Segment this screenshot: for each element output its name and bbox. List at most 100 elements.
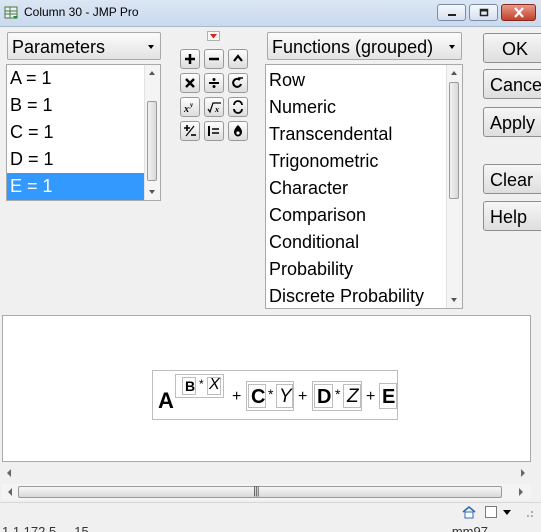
checkbox-icon[interactable] — [485, 506, 497, 518]
formula-var-y-box: Y — [276, 384, 293, 408]
multiply-button[interactable] — [180, 73, 200, 93]
formula-plus-1: + — [232, 388, 242, 405]
x-power-y-icon: xy — [183, 101, 194, 113]
background-window-text: 1.1.172 5 ... 15 ...mm97 — [0, 520, 541, 532]
function-group-transcendental[interactable]: Transcendental — [266, 121, 446, 148]
cancel-button[interactable]: Cancel — [483, 69, 541, 99]
functions-scroll-thumb[interactable] — [449, 82, 459, 199]
formula-plus-2: + — [298, 388, 308, 405]
formula-term-e-box: E — [379, 383, 397, 409]
formula-var-x-box: X — [207, 376, 221, 395]
raise-button[interactable] — [228, 49, 248, 69]
y-root-x-icon: x — [207, 101, 221, 114]
parameter-item-d[interactable]: D = 1 — [7, 146, 147, 173]
subtract-button[interactable] — [204, 49, 224, 69]
formula-term-d[interactable]: D — [317, 386, 331, 409]
horizontal-scroll-thumb[interactable]: ||| — [18, 485, 502, 498]
minimize-button[interactable] — [437, 4, 466, 21]
help-button[interactable]: Help — [483, 201, 541, 231]
svg-text:x: x — [214, 105, 219, 114]
formula-var-x[interactable]: X — [209, 376, 220, 394]
local-variable-button[interactable] — [204, 121, 224, 141]
x-power-y-button[interactable]: xy — [180, 97, 200, 117]
resize-grip[interactable] — [521, 505, 535, 519]
window-title: Column 30 - JMP Pro — [24, 5, 139, 19]
functions-list[interactable]: Row Numeric Transcendental Trigonometric… — [265, 64, 463, 309]
formula-times-3: * — [335, 386, 341, 402]
scroll-up-icon[interactable] — [451, 71, 457, 75]
scroll-up-icon[interactable] — [149, 71, 155, 75]
swap-icon — [233, 100, 243, 114]
formula-exponent[interactable]: B * X — [175, 374, 224, 398]
formula-term-cy[interactable]: C * Y — [246, 381, 294, 411]
peel-button[interactable] — [228, 121, 248, 141]
add-button[interactable] — [180, 49, 200, 69]
functions-combo-label: Functions (grouped) — [272, 37, 434, 57]
scroll-down-icon[interactable] — [149, 190, 155, 194]
chevron-down-icon — [148, 45, 154, 49]
formula-term-d-box: D — [314, 384, 333, 408]
scroll-down-icon[interactable] — [451, 298, 457, 302]
formula-term-dz[interactable]: D * Z — [312, 381, 362, 411]
peel-icon — [234, 125, 242, 137]
swap-button[interactable] — [228, 97, 248, 117]
parameter-item-c[interactable]: C = 1 — [7, 119, 147, 146]
function-group-character[interactable]: Character — [266, 175, 446, 202]
function-group-row[interactable]: Row — [266, 67, 446, 94]
app-icon — [4, 6, 18, 19]
divide-button[interactable] — [204, 73, 224, 93]
scroll-left-icon[interactable] — [5, 468, 13, 478]
minimize-icon — [447, 13, 456, 16]
parameter-item-a[interactable]: A = 1 — [7, 65, 147, 92]
title-bar: Column 30 - JMP Pro — [0, 0, 541, 27]
power-button[interactable] — [228, 73, 248, 93]
function-group-comparison[interactable]: Comparison — [266, 202, 446, 229]
apply-button[interactable]: Apply — [483, 107, 541, 137]
background-text-right: ...mm97 — [441, 524, 488, 532]
scroll-right-icon[interactable] — [517, 487, 525, 497]
close-button[interactable] — [501, 4, 536, 21]
formula-term-e[interactable]: E — [382, 386, 395, 409]
formula-times-1: * — [199, 377, 204, 391]
function-group-conditional[interactable]: Conditional — [266, 229, 446, 256]
formula-editor[interactable]: A B * X + C * Y + D * Z + E — [2, 315, 531, 462]
ok-button[interactable]: OK — [483, 33, 541, 63]
parameter-item-e[interactable]: E = 1 — [7, 173, 147, 200]
resize-grip-icon — [527, 511, 533, 517]
formula-expression[interactable]: A B * X + C * Y + D * Z + E — [152, 370, 398, 420]
functions-scrollbar[interactable] — [446, 65, 462, 308]
formula-term-c-box: C — [248, 384, 266, 408]
function-group-trigonometric[interactable]: Trigonometric — [266, 148, 446, 175]
home-icon[interactable] — [461, 505, 477, 519]
parameters-list[interactable]: A = 1 B = 1 C = 1 D = 1 E = 1 — [6, 64, 161, 201]
chevron-down-icon[interactable] — [502, 509, 512, 517]
function-group-discrete-probability[interactable]: Discrete Probability — [266, 283, 446, 308]
function-group-probability[interactable]: Probability — [266, 256, 446, 283]
formula-term-b-box: B — [182, 377, 196, 395]
plus-minus-icon — [184, 125, 196, 137]
close-icon — [513, 7, 524, 18]
horizontal-scrollbar[interactable]: ||| — [2, 484, 531, 500]
thumb-grip: ||| — [253, 485, 260, 497]
parameters-scrollbar[interactable] — [144, 65, 160, 200]
formula-term-c[interactable]: C — [251, 386, 265, 409]
multiply-icon — [185, 78, 195, 88]
maximize-button[interactable] — [469, 4, 498, 21]
background-text-left: 1.1.172 5 ... 15 — [2, 524, 89, 532]
clear-button[interactable]: Clear — [483, 164, 541, 194]
scroll-right-icon[interactable] — [519, 468, 527, 478]
chevron-down-icon — [449, 45, 455, 49]
plus-minus-button[interactable] — [180, 121, 200, 141]
functions-combo[interactable]: Functions (grouped) — [267, 32, 462, 60]
parameters-combo[interactable]: Parameters — [7, 32, 161, 60]
formula-term-b[interactable]: B — [185, 378, 195, 394]
formula-var-y[interactable]: Y — [279, 386, 292, 408]
formula-term-a[interactable]: A — [158, 388, 174, 414]
parameters-scroll-thumb[interactable] — [147, 101, 157, 181]
parameter-item-b[interactable]: B = 1 — [7, 92, 147, 119]
root-button[interactable]: x — [204, 97, 224, 117]
scroll-left-icon[interactable] — [6, 487, 14, 497]
function-group-numeric[interactable]: Numeric — [266, 94, 446, 121]
formula-var-z[interactable]: Z — [347, 386, 359, 408]
red-triangle-icon[interactable] — [207, 31, 220, 41]
